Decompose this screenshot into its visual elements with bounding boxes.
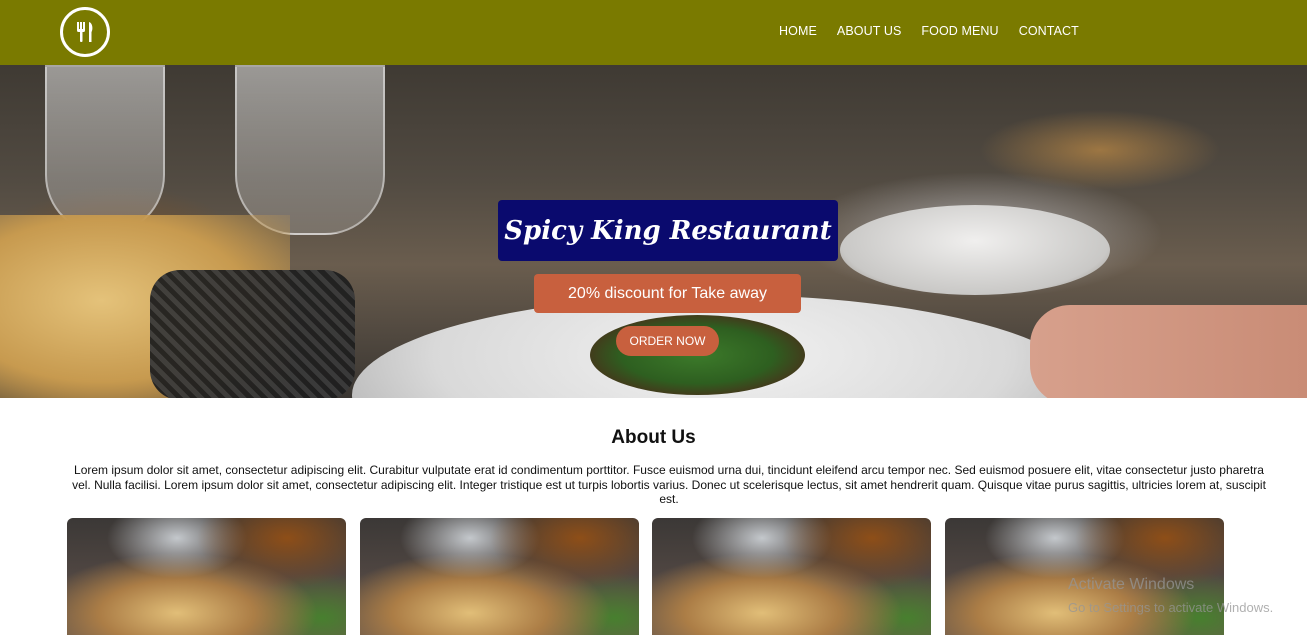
fork-knife-icon bbox=[77, 22, 93, 42]
hand-image bbox=[1030, 305, 1307, 398]
discount-banner: 20% discount for Take away bbox=[534, 274, 801, 313]
nav-food-menu[interactable]: FOOD MENU bbox=[921, 24, 998, 42]
activate-windows-watermark: Activate Windows bbox=[1068, 576, 1195, 593]
about-text: Lorem ipsum dolor sit amet, consectetur … bbox=[72, 463, 1266, 506]
logo[interactable] bbox=[60, 7, 110, 57]
top-navigation-bar: HOME ABOUT US FOOD MENU CONTACT bbox=[0, 0, 1307, 65]
nav-about-us[interactable]: ABOUT US bbox=[837, 24, 901, 42]
restaurant-title: Spicy King Restaurant bbox=[498, 200, 838, 261]
nav-contact[interactable]: CONTACT bbox=[1019, 24, 1079, 42]
food-card-image[interactable] bbox=[360, 518, 639, 635]
wine-glass-image bbox=[235, 65, 385, 235]
hero-banner: Spicy King Restaurant 20% discount for T… bbox=[0, 65, 1307, 398]
activate-windows-subtitle: Go to Settings to activate Windows. bbox=[1068, 600, 1274, 615]
food-card-image[interactable] bbox=[67, 518, 346, 635]
about-title: About Us bbox=[611, 427, 696, 448]
nav-home[interactable]: HOME bbox=[779, 24, 817, 42]
main-nav: HOME ABOUT US FOOD MENU CONTACT bbox=[779, 24, 1079, 42]
plate-image bbox=[840, 205, 1110, 295]
wine-glass-image bbox=[45, 65, 165, 235]
order-now-button[interactable]: ORDER NOW bbox=[616, 326, 719, 356]
food-card-image[interactable] bbox=[652, 518, 931, 635]
bread-basket-image bbox=[150, 270, 355, 398]
